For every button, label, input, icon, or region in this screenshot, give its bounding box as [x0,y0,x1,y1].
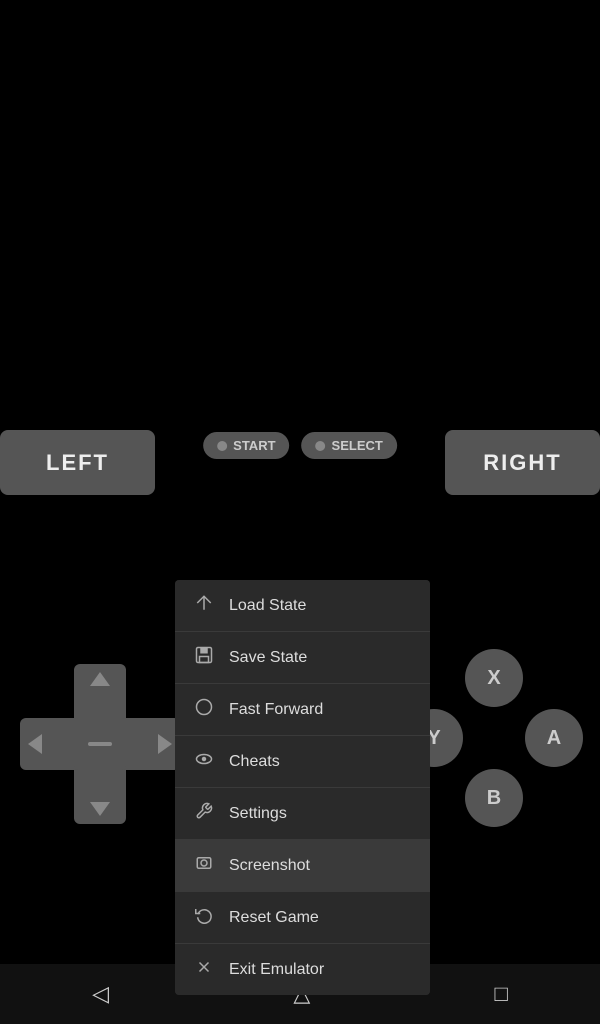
dpad-left-arrow [28,734,42,754]
select-dot [316,441,326,451]
fast-forward-icon [193,698,215,721]
menu-item-save-state[interactable]: Save State [175,632,430,684]
reset-game-label: Reset Game [229,909,319,927]
load-state-label: Load State [229,597,306,615]
x-button[interactable]: X [465,649,523,707]
left-button[interactable]: LEFT [0,430,155,495]
back-icon: ◁ [92,981,109,1006]
dpad-right-arrow [158,734,172,754]
center-buttons: START SELECT [203,432,397,459]
action-buttons: X A B Y [405,649,585,829]
cheats-label: Cheats [229,753,280,771]
start-button[interactable]: START [203,432,289,459]
back-button[interactable]: ◁ [82,971,119,1017]
dpad[interactable] [20,664,180,824]
load-state-icon [193,594,215,617]
exit-emulator-icon [193,958,215,981]
menu-item-fast-forward[interactable]: Fast Forward [175,684,430,736]
cheats-icon [193,750,215,773]
fast-forward-label: Fast Forward [229,701,323,719]
menu-item-cheats[interactable]: Cheats [175,736,430,788]
menu-item-load-state[interactable]: Load State [175,580,430,632]
settings-icon [193,802,215,825]
start-dot [217,441,227,451]
right-button[interactable]: RIGHT [445,430,600,495]
exit-emulator-label: Exit Emulator [229,961,324,979]
settings-label: Settings [229,805,287,823]
menu-item-settings[interactable]: Settings [175,788,430,840]
dpad-minus-icon [88,742,112,746]
recents-button[interactable]: □ [485,971,518,1017]
game-screen [0,0,600,430]
save-state-label: Save State [229,649,307,667]
save-state-icon [193,646,215,669]
dpad-down-arrow [90,802,110,816]
a-button[interactable]: A [525,709,583,767]
recents-icon: □ [495,981,508,1006]
b-button[interactable]: B [465,769,523,827]
select-button[interactable]: SELECT [302,432,397,459]
screenshot-label: Screenshot [229,857,310,875]
dpad-center [74,718,126,770]
dpad-up-arrow [90,672,110,686]
screenshot-icon [193,854,215,877]
reset-game-icon [193,906,215,929]
context-menu: Load State Save State Fast Forward Cheats Se… [175,580,430,995]
menu-item-screenshot[interactable]: Screenshot [175,840,430,892]
menu-item-exit-emulator[interactable]: Exit Emulator [175,944,430,995]
menu-item-reset-game[interactable]: Reset Game [175,892,430,944]
